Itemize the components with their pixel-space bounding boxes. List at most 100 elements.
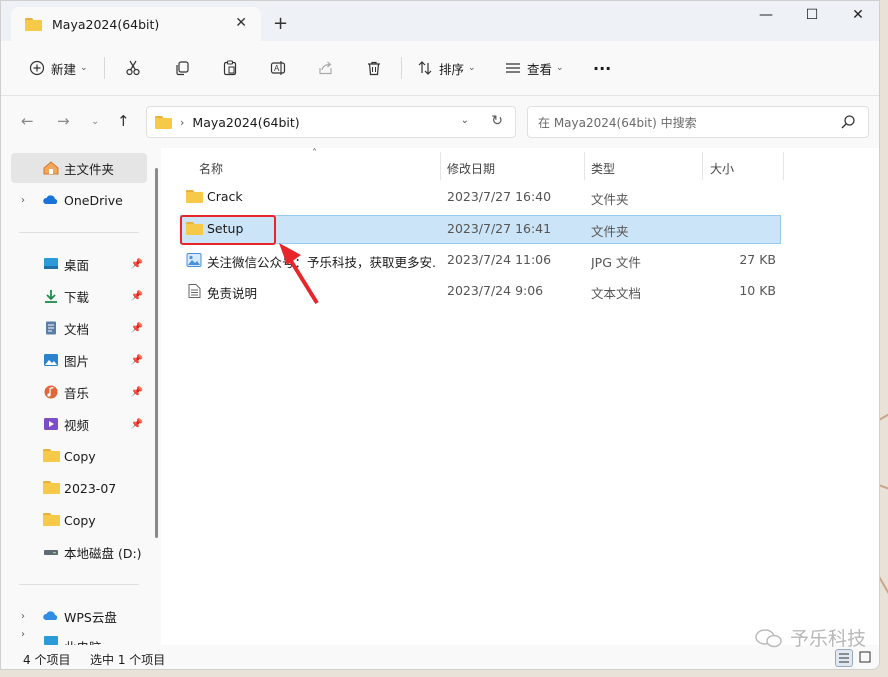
- chevron-right-icon[interactable]: ›: [21, 195, 25, 206]
- file-type: 文本文档: [591, 286, 642, 301]
- chevron-right-icon[interactable]: ›: [21, 631, 25, 640]
- copy-button[interactable]: [174, 56, 190, 80]
- new-button[interactable]: 新建 ⌄: [29, 56, 88, 80]
- scissors-icon: [126, 60, 140, 76]
- video-icon: [44, 418, 58, 430]
- sidebar-item-label: 2023-07: [64, 480, 117, 496]
- breadcrumb[interactable]: Maya2024(64bit): [192, 115, 299, 130]
- file-row-crack[interactable]: Crack 2023/7/27 16:40 文件夹: [180, 183, 781, 212]
- column-divider[interactable]: [584, 152, 585, 180]
- pin-icon: 📌: [130, 322, 143, 334]
- sidebar-item-label: Copy: [64, 448, 96, 464]
- tiles-view-icon: [859, 651, 871, 663]
- share-button[interactable]: [318, 56, 334, 80]
- more-options-button[interactable]: ···: [593, 56, 611, 80]
- computer-icon: [44, 636, 58, 645]
- new-tab-button[interactable]: +: [273, 13, 288, 34]
- sidebar-item-desktop[interactable]: 桌面 📌: [11, 249, 147, 279]
- title-bar: Maya2024(64bit) ✕ + — ☐ ✕: [1, 1, 879, 41]
- sidebar-item-local-disk-d[interactable]: 本地磁盘 (D:): [11, 537, 147, 567]
- chevron-right-icon[interactable]: ›: [21, 611, 25, 622]
- column-header-size[interactable]: 大小: [710, 154, 734, 182]
- sidebar-item-label: 音乐: [64, 385, 90, 401]
- sidebar-item-label: 桌面: [64, 257, 90, 273]
- rename-button[interactable]: A: [270, 56, 286, 80]
- copy-icon: [176, 61, 189, 76]
- sidebar-item-label: 此电脑: [64, 637, 102, 645]
- sidebar-item-label: Copy: [64, 512, 96, 528]
- details-view-icon: [839, 653, 849, 663]
- folder-icon: [155, 115, 172, 129]
- annotation-highlight-box: [180, 215, 276, 245]
- share-icon: [319, 61, 332, 75]
- sidebar-scrollbar[interactable]: [155, 168, 158, 538]
- file-date: 2023/7/24 9:06: [447, 283, 544, 298]
- back-arrow-icon[interactable]: ←: [21, 112, 34, 130]
- delete-button[interactable]: [366, 56, 382, 80]
- tab-maya2024[interactable]: Maya2024(64bit) ✕: [11, 7, 261, 41]
- file-type: 文件夹: [591, 192, 629, 207]
- address-dropdown-icon[interactable]: ⌄: [461, 115, 469, 126]
- text-file-icon: [188, 284, 201, 298]
- divider: [401, 57, 402, 79]
- column-header-type[interactable]: 类型: [591, 154, 615, 182]
- sidebar-item-downloads[interactable]: 下载 📌: [11, 281, 147, 311]
- sort-button[interactable]: 排序 ⌄: [417, 56, 476, 80]
- details-view-button[interactable]: [835, 649, 853, 667]
- column-divider[interactable]: [783, 152, 784, 180]
- new-label: 新建: [51, 61, 77, 77]
- desktop-icon: [44, 258, 58, 269]
- sidebar-item-videos[interactable]: 视频 📌: [11, 409, 147, 439]
- file-date: 2023/7/27 16:41: [447, 221, 552, 236]
- file-size: 10 KB: [739, 283, 776, 298]
- folder-icon: [186, 190, 203, 204]
- sidebar-item-home[interactable]: 主文件夹: [11, 153, 147, 183]
- sort-label: 排序: [439, 61, 465, 77]
- column-header-name[interactable]: 名称: [199, 154, 223, 182]
- tab-close-icon[interactable]: ✕: [235, 15, 247, 31]
- tiles-view-button[interactable]: [857, 649, 875, 667]
- sidebar-item-wps-cloud[interactable]: › WPS云盘: [11, 601, 147, 631]
- address-bar[interactable]: › Maya2024(64bit) ⌄ ↻: [146, 106, 516, 138]
- sidebar-item-music[interactable]: 音乐 📌: [11, 377, 147, 407]
- sidebar-item-copy-2[interactable]: Copy: [11, 505, 147, 535]
- sort-icon: [418, 61, 432, 75]
- minimize-button[interactable]: —: [746, 7, 786, 27]
- pin-icon: 📌: [130, 258, 143, 270]
- sidebar-item-label: 视频: [64, 417, 90, 433]
- watermark-text: 予乐科技: [789, 628, 866, 650]
- close-button[interactable]: ✕: [838, 7, 878, 27]
- maximize-button[interactable]: ☐: [792, 7, 832, 27]
- sidebar-item-this-pc[interactable]: › 此电脑: [11, 631, 147, 645]
- sidebar-item-documents[interactable]: 文档 📌: [11, 313, 147, 343]
- column-divider[interactable]: [440, 152, 441, 180]
- sidebar-item-pictures[interactable]: 图片 📌: [11, 345, 147, 375]
- annotation-arrow-icon: [279, 243, 319, 305]
- chevron-down-icon: ⌄: [468, 63, 476, 73]
- up-arrow-icon[interactable]: ↑: [117, 112, 130, 130]
- recent-locations-chevron-icon[interactable]: ⌄: [91, 116, 99, 127]
- download-icon: [45, 290, 57, 303]
- folder-icon: [43, 481, 60, 495]
- divider: [104, 57, 105, 79]
- paste-button[interactable]: [222, 56, 238, 80]
- breadcrumb-chevron-icon[interactable]: ›: [180, 116, 184, 129]
- sidebar-item-copy[interactable]: Copy: [11, 441, 147, 471]
- sidebar-item-2023-07[interactable]: 2023-07: [11, 473, 147, 503]
- search-input[interactable]: 在 Maya2024(64bit) 中搜索: [527, 106, 869, 138]
- sidebar-item-label: 图片: [64, 353, 90, 369]
- pin-icon: 📌: [130, 354, 143, 366]
- pin-icon: 📌: [130, 290, 143, 302]
- file-date: 2023/7/27 16:40: [447, 189, 552, 204]
- folder-icon: [25, 17, 42, 31]
- sidebar-item-onedrive[interactable]: › OneDrive: [11, 185, 147, 215]
- cut-button[interactable]: [125, 56, 141, 80]
- folder-icon: [43, 449, 60, 463]
- column-header-date[interactable]: 修改日期: [447, 154, 495, 182]
- divider: [19, 584, 139, 585]
- column-divider[interactable]: [702, 152, 703, 180]
- view-button[interactable]: 查看 ⌄: [505, 56, 564, 80]
- forward-arrow-icon[interactable]: →: [57, 112, 70, 130]
- file-date: 2023/7/24 11:06: [447, 252, 552, 267]
- refresh-icon[interactable]: ↻: [491, 113, 503, 129]
